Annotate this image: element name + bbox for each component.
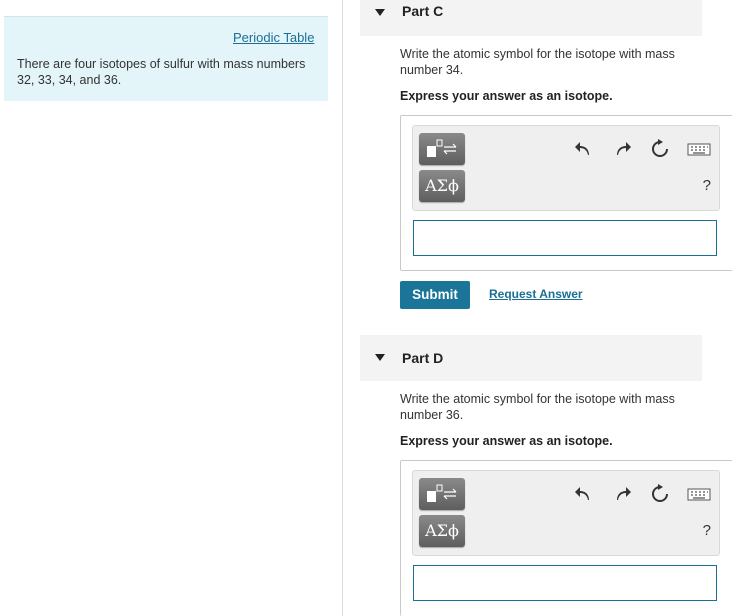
part-c-instruction: Express your answer as an isotope. xyxy=(400,89,613,103)
undo-icon[interactable] xyxy=(573,483,595,505)
part-c-question: Write the atomic symbol for the isotope … xyxy=(400,47,675,77)
caret-down-icon xyxy=(375,9,385,16)
part-c-header[interactable]: Part C xyxy=(360,0,702,36)
part-c-answer-editor: ΑΣϕ ? xyxy=(400,115,732,271)
part-c-toolbar: ΑΣϕ ? xyxy=(412,125,720,211)
submit-button[interactable]: Submit xyxy=(400,281,470,309)
intro-text: There are four isotopes of sulfur with m… xyxy=(17,57,306,87)
part-d-answer-editor: ΑΣϕ ? xyxy=(400,460,732,616)
part-c-title: Part C xyxy=(402,3,444,19)
column-divider xyxy=(342,0,343,616)
part-d-question: Write the atomic symbol for the isotope … xyxy=(400,392,675,422)
caret-down-icon xyxy=(375,354,385,361)
part-d-header[interactable]: Part D xyxy=(360,335,702,381)
request-answer-link[interactable]: Request Answer xyxy=(489,287,583,301)
undo-icon[interactable] xyxy=(573,138,595,160)
template-button[interactable] xyxy=(419,478,465,510)
reset-icon[interactable] xyxy=(649,138,671,160)
info-panel: Periodic Table There are four isotopes o… xyxy=(4,16,328,101)
reset-icon[interactable] xyxy=(649,483,671,505)
keyboard-icon[interactable] xyxy=(687,483,711,505)
help-button[interactable]: ? xyxy=(703,177,711,194)
part-d-toolbar: ΑΣϕ ? xyxy=(412,470,720,556)
part-c-answer-input[interactable] xyxy=(413,220,717,256)
part-d-title: Part D xyxy=(402,350,444,366)
template-icon xyxy=(427,484,457,502)
redo-icon[interactable] xyxy=(611,483,633,505)
part-d-answer-input[interactable] xyxy=(413,565,717,601)
part-d-instruction: Express your answer as an isotope. xyxy=(400,434,613,448)
template-icon xyxy=(427,139,457,157)
help-button[interactable]: ? xyxy=(703,522,711,539)
periodic-table-link[interactable]: Periodic Table xyxy=(233,30,314,45)
redo-icon[interactable] xyxy=(611,138,633,160)
greek-symbols-button[interactable]: ΑΣϕ xyxy=(419,170,465,202)
template-button[interactable] xyxy=(419,133,465,165)
keyboard-icon[interactable] xyxy=(687,138,711,160)
greek-symbols-button[interactable]: ΑΣϕ xyxy=(419,515,465,547)
